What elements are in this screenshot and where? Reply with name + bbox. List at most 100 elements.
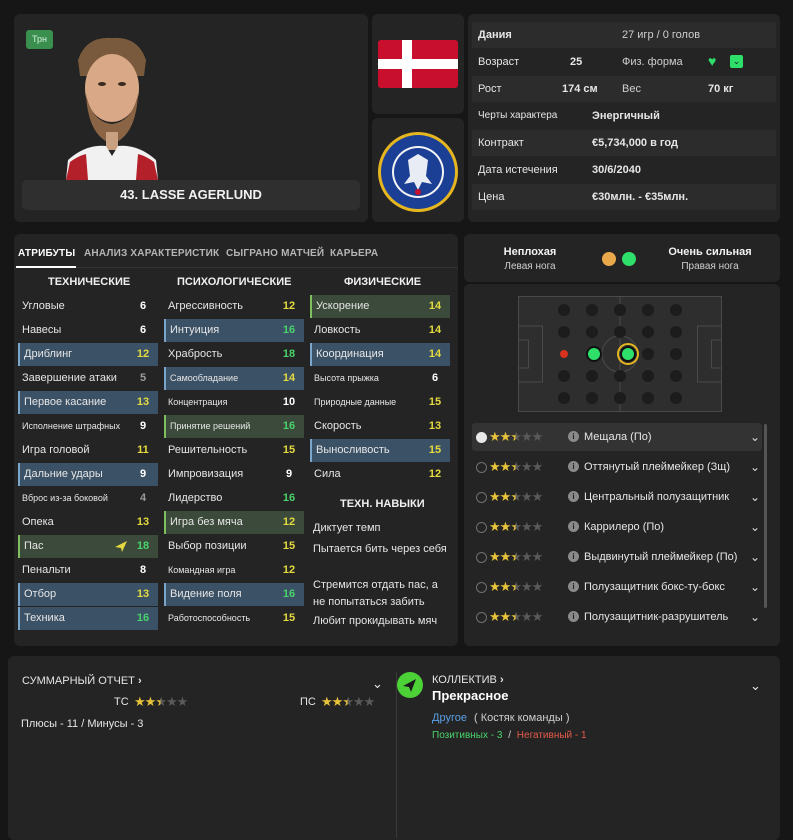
info-icon[interactable]: i	[568, 521, 579, 532]
attribute-row-physical[interactable]: Высота прыжка 6	[310, 367, 450, 390]
attribute-value: 6	[139, 300, 147, 312]
chevron-down-icon[interactable]: ⌄	[750, 453, 760, 481]
pitch-map[interactable]	[518, 296, 722, 412]
chevron-down-icon[interactable]: ⌄	[750, 483, 760, 511]
attribute-name: Дальние удары	[24, 468, 103, 480]
collective-link[interactable]: КОЛЛЕКТИВ ›	[432, 674, 504, 686]
role-row[interactable]: ★★★★★ i Каррилеро (По) ⌄	[472, 513, 762, 541]
info-icon[interactable]: i	[568, 491, 579, 502]
contract-label: Контракт	[478, 137, 524, 149]
star-empty-icon: ★	[531, 549, 544, 564]
attribute-row-technical[interactable]: Опека 13	[18, 511, 158, 534]
attribute-name: Ускорение	[316, 300, 370, 312]
attribute-row-technical[interactable]: Дриблинг 12	[18, 343, 158, 366]
role-radio[interactable]	[476, 492, 487, 503]
attribute-value: 6	[431, 372, 439, 384]
role-row[interactable]: ★★★★★ i Центральный полузащитник ⌄	[472, 483, 762, 511]
attribute-row-technical[interactable]: Пенальти 8	[18, 559, 158, 582]
role-row[interactable]: ★★★★★ i Полузащитник-разрушитель ⌄	[472, 603, 762, 631]
attribute-row-mental[interactable]: Самообладание 14	[164, 367, 304, 390]
attribute-row-mental[interactable]: Агрессивность 12	[164, 295, 304, 318]
role-row[interactable]: ★★★★★ i Выдвинутый плеймейкер (По) ⌄	[472, 543, 762, 571]
role-row[interactable]: ★★★★★ i Полузащитник бокс-ту-бокс ⌄	[472, 573, 762, 601]
collective-title[interactable]: КОЛЛЕКТИВ	[432, 674, 497, 686]
attribute-row-mental[interactable]: Принятие решений 16	[164, 415, 304, 438]
attribute-row-physical[interactable]: Природные данные 15	[310, 391, 450, 414]
attribute-row-technical[interactable]: Пас 18	[18, 535, 158, 558]
role-radio[interactable]	[476, 462, 487, 473]
club-crest-icon[interactable]	[376, 130, 460, 214]
tab-analysis[interactable]: АНАЛИЗ ХАРАКТЕРИСТИК	[84, 248, 219, 259]
attribute-row-mental[interactable]: Игра без мяча 12	[164, 511, 304, 534]
group-link[interactable]: Другое	[432, 712, 467, 724]
chevron-down-icon[interactable]: ⌄	[750, 678, 761, 694]
attribute-row-physical[interactable]: Координация 14	[310, 343, 450, 366]
trait-item[interactable]: Стремится отдать пас, а не попытаться за…	[313, 577, 453, 611]
role-name: Выдвинутый плеймейкер (По)	[584, 551, 738, 563]
nation-flag-panel[interactable]	[372, 14, 464, 114]
chevron-down-icon[interactable]: ⌄	[750, 603, 760, 631]
attribute-row-mental[interactable]: Лидерство 16	[164, 487, 304, 510]
role-row[interactable]: ★★★★★ i Мещала (По) ⌄	[472, 423, 762, 451]
club-crest-panel[interactable]	[372, 118, 464, 222]
attribute-row-mental[interactable]: Решительность 15	[164, 439, 304, 462]
info-icon[interactable]: i	[568, 461, 579, 472]
trait-item[interactable]: Любит прокидывать мяч	[313, 613, 453, 630]
trait-item[interactable]: Диктует темп	[313, 520, 453, 537]
attribute-row-technical[interactable]: Завершение атаки 5	[18, 367, 158, 390]
info-icon[interactable]: i	[568, 431, 579, 442]
denmark-flag-icon[interactable]	[378, 40, 458, 88]
attribute-row-mental[interactable]: Импровизация 9	[164, 463, 304, 486]
roles-scrollbar[interactable]	[764, 424, 767, 608]
attribute-row-mental[interactable]: Видение поля 16	[164, 583, 304, 606]
attribute-row-mental[interactable]: Выбор позиции 15	[164, 535, 304, 558]
chevron-down-icon[interactable]: ⌄	[750, 543, 760, 571]
role-row[interactable]: ★★★★★ i Оттянутый плеймейкер (Зщ) ⌄	[472, 453, 762, 481]
attribute-row-technical[interactable]: Угловые 6	[18, 295, 158, 318]
attribute-row-technical[interactable]: Вброс из-за боковой 4	[18, 487, 158, 510]
nation-label[interactable]: Дания	[478, 22, 512, 48]
summary-report-link[interactable]: СУММАРНЫЙ ОТЧЕТ ›	[22, 675, 142, 687]
chevron-down-icon[interactable]: ⌄	[750, 423, 760, 451]
summary-title[interactable]: СУММАРНЫЙ ОТЧЕТ	[22, 675, 135, 687]
chevron-down-icon[interactable]: ⌄	[750, 513, 760, 541]
info-icon[interactable]: i	[568, 611, 579, 622]
tab-matches[interactable]: СЫГРАНО МАТЧЕЙ	[226, 248, 324, 259]
attribute-row-physical[interactable]: Выносливость 15	[310, 439, 450, 462]
tab-career[interactable]: КАРЬЕРА	[330, 248, 378, 259]
attribute-row-physical[interactable]: Сила 12	[310, 463, 450, 486]
attribute-row-technical[interactable]: Исполнение штрафных 9	[18, 415, 158, 438]
role-radio[interactable]	[476, 432, 487, 443]
role-radio[interactable]	[476, 612, 487, 623]
attribute-row-mental[interactable]: Концентрация 10	[164, 391, 304, 414]
weight-label: Вес	[622, 83, 641, 95]
info-icon[interactable]: i	[568, 551, 579, 562]
attribute-row-technical[interactable]: Первое касание 13	[18, 391, 158, 414]
attribute-row-physical[interactable]: Ловкость 14	[310, 319, 450, 342]
positive-count[interactable]: Позитивных - 3	[432, 730, 502, 741]
attribute-row-mental[interactable]: Храбрость 18	[164, 343, 304, 366]
chevron-down-icon[interactable]: ⌄	[750, 573, 760, 601]
attribute-row-mental[interactable]: Интуиция 16	[164, 319, 304, 342]
role-radio[interactable]	[476, 522, 487, 533]
attribute-row-physical[interactable]: Ускорение 14	[310, 295, 450, 318]
attribute-name: Работоспособность	[168, 613, 251, 623]
info-icon[interactable]: i	[568, 581, 579, 592]
chevron-down-icon[interactable]: ⌄	[372, 676, 383, 692]
role-radio[interactable]	[476, 582, 487, 593]
negative-count[interactable]: Негативный - 1	[517, 730, 587, 741]
attribute-row-physical[interactable]: Скорость 13	[310, 415, 450, 438]
chevron-down-icon[interactable]: ⌄	[730, 55, 743, 68]
attribute-row-technical[interactable]: Игра головой 11	[18, 439, 158, 462]
attribute-name: Пенальти	[22, 564, 71, 576]
tab-attributes[interactable]: АТРИБУТЫ	[18, 248, 75, 259]
attribute-row-technical[interactable]: Навесы 6	[18, 319, 158, 342]
trait-item[interactable]: Пытается бить через себя	[313, 541, 453, 558]
attribute-row-technical[interactable]: Техника 16	[18, 607, 158, 630]
attribute-row-technical[interactable]: Отбор 13	[18, 583, 158, 606]
role-radio[interactable]	[476, 552, 487, 563]
attribute-row-mental[interactable]: Работоспособность 15	[164, 607, 304, 630]
attribute-row-technical[interactable]: Дальние удары 9	[18, 463, 158, 486]
personality-value[interactable]: Энергичный	[592, 103, 660, 129]
attribute-row-mental[interactable]: Командная игра 12	[164, 559, 304, 582]
